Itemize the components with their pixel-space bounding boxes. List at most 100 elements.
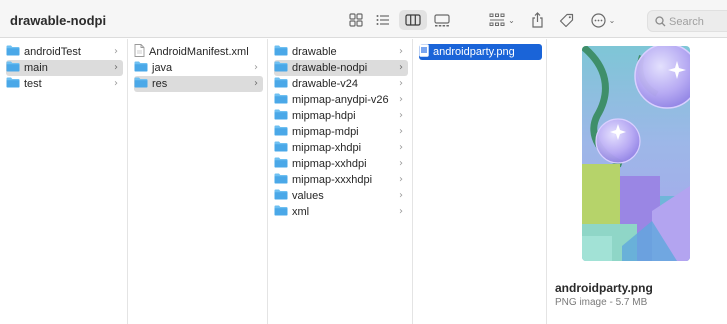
folder-row-drawable-nodpi[interactable]: drawable-nodpi › [274, 60, 408, 76]
chevron-right-icon: › [114, 62, 118, 73]
folder-icon [134, 77, 148, 91]
folder-icon [274, 77, 288, 91]
item-label: values [292, 190, 324, 202]
column-2: AndroidManifest.xml java › res › [128, 39, 268, 324]
folder-row-mipmap-hdpi[interactable]: mipmap-hdpi › [274, 108, 408, 124]
folder-icon [6, 45, 20, 59]
folder-row-androidtest[interactable]: androidTest › [6, 44, 123, 60]
folder-row-test[interactable]: test › [6, 76, 123, 92]
list-view-button[interactable] [372, 10, 394, 30]
preview-file-name: androidparty.png [555, 281, 653, 295]
column-browser: androidTest › main › test › AndroidManifest.x… [0, 39, 727, 324]
chevron-right-icon: › [399, 126, 403, 137]
window-title: drawable-nodpi [10, 13, 107, 28]
folder-row-res[interactable]: res › [134, 76, 263, 92]
gallery-icon [434, 13, 450, 26]
item-label: androidTest [24, 46, 81, 58]
search-input[interactable] [669, 14, 727, 29]
group-button[interactable]: ⌄ [486, 10, 518, 30]
item-label: AndroidManifest.xml [149, 46, 249, 58]
chevron-right-icon: › [399, 158, 403, 169]
folder-icon [274, 61, 288, 75]
folder-icon [274, 205, 288, 219]
folder-row-xml[interactable]: xml › [274, 204, 408, 220]
item-label: androidparty.png [433, 46, 515, 58]
search-icon [655, 16, 666, 27]
group-grid-icon [489, 13, 505, 26]
folder-row-drawable-v24[interactable]: drawable-v24 › [274, 76, 408, 92]
folder-row-values[interactable]: values › [274, 188, 408, 204]
item-label: xml [292, 206, 310, 218]
folder-icon [274, 93, 288, 107]
column-4: androidparty.png [413, 39, 547, 324]
more-actions-button[interactable]: ⌄ [588, 10, 618, 30]
item-label: mipmap-anydpi-v26 [292, 94, 389, 106]
folder-row-mipmap-xxxhdpi[interactable]: mipmap-xxxhdpi › [274, 172, 408, 188]
share-icon [531, 12, 543, 28]
folder-icon [274, 141, 288, 155]
chevron-right-icon: › [399, 110, 403, 121]
preview-file-info: PNG image - 5.7 MB [555, 297, 648, 308]
columns-icon [405, 14, 421, 26]
folder-icon [134, 61, 148, 75]
chevron-right-icon: › [399, 94, 403, 105]
item-label: res [152, 78, 168, 90]
finder-toolbar: drawable-nodpi ⌄ ⌄ Search [0, 0, 727, 38]
folder-row-main[interactable]: main › [6, 60, 123, 76]
image-preview-thumbnail[interactable] [582, 46, 690, 261]
item-label: drawable-nodpi [292, 62, 368, 74]
share-button[interactable] [527, 10, 547, 30]
chevron-down-icon: ⌄ [608, 15, 616, 25]
gallery-view-button[interactable] [431, 10, 453, 30]
column-view-button[interactable] [399, 10, 427, 30]
folder-icon [6, 61, 20, 75]
folder-row-java[interactable]: java › [134, 60, 263, 76]
folder-icon [274, 189, 288, 203]
android-party-image [582, 46, 690, 261]
chevron-right-icon: › [399, 142, 403, 153]
folder-row-mipmap-anydpi-v26[interactable]: mipmap-anydpi-v26 › [274, 92, 408, 108]
ellipsis-circle-icon [591, 12, 606, 28]
column-1: androidTest › main › test › [0, 39, 128, 324]
item-label: java [152, 62, 173, 74]
file-row-androidparty-png[interactable]: androidparty.png [419, 44, 542, 60]
folder-row-mipmap-mdpi[interactable]: mipmap-mdpi › [274, 124, 408, 140]
item-label: mipmap-mdpi [292, 126, 359, 138]
search-field[interactable] [647, 10, 727, 32]
folder-icon [274, 45, 288, 59]
image-file-icon [419, 44, 429, 60]
chevron-right-icon: › [254, 62, 258, 73]
chevron-down-icon: ⌄ [508, 15, 515, 25]
preview-pane: androidparty.png PNG image - 5.7 MB [547, 39, 727, 324]
chevron-right-icon: › [399, 78, 403, 89]
chevron-right-icon: › [399, 174, 403, 185]
item-label: drawable [292, 46, 337, 58]
tag-icon [559, 13, 573, 27]
chevron-right-icon: › [399, 206, 403, 217]
folder-row-mipmap-xxhdpi[interactable]: mipmap-xxhdpi › [274, 156, 408, 172]
list-icon [376, 15, 389, 25]
item-label: drawable-v24 [292, 78, 359, 90]
item-label: test [24, 78, 42, 90]
chevron-right-icon: › [114, 46, 118, 57]
folder-row-mipmap-xhdpi[interactable]: mipmap-xhdpi › [274, 140, 408, 156]
folder-icon [274, 173, 288, 187]
chevron-right-icon: › [399, 62, 403, 73]
folder-icon [274, 125, 288, 139]
file-row-androidmanifest-xml[interactable]: AndroidManifest.xml [134, 44, 263, 60]
grid-icon [349, 13, 363, 27]
chevron-right-icon: › [254, 78, 258, 89]
folder-icon [274, 157, 288, 171]
document-icon [134, 44, 145, 60]
item-label: main [24, 62, 48, 74]
folder-row-drawable[interactable]: drawable › [274, 44, 408, 60]
icon-view-button[interactable] [345, 10, 367, 30]
item-label: mipmap-xxxhdpi [292, 174, 373, 186]
chevron-right-icon: › [399, 190, 403, 201]
item-label: mipmap-xxhdpi [292, 158, 367, 170]
chevron-right-icon: › [399, 46, 403, 57]
column-3: drawable › drawable-nodpi › drawable-v24 › mip… [268, 39, 413, 324]
chevron-right-icon: › [114, 78, 118, 89]
tags-button[interactable] [556, 10, 576, 30]
item-label: mipmap-xhdpi [292, 142, 362, 154]
